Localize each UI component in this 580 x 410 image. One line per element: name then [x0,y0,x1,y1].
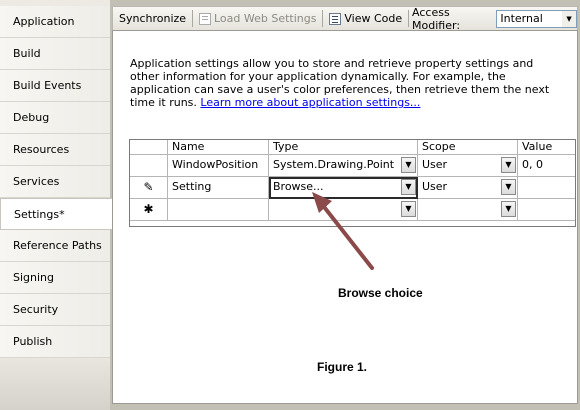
settings-page: Synchronize Load Web Settings View Code … [110,0,580,410]
setting-name-cell[interactable]: WindowPosition [168,155,269,177]
setting-value-cell[interactable]: 0, 0 [518,155,575,177]
load-web-settings-label: Load Web Settings [213,11,317,25]
tab-resources[interactable]: Resources [0,134,110,166]
figure-caption: Figure 1. [317,360,368,374]
setting-scope-cell[interactable]: User ▼ [418,155,518,177]
column-header-name[interactable]: Name [168,140,269,155]
row-selector[interactable] [130,155,168,177]
setting-type-cell[interactable]: System.Drawing.Point ▼ [269,155,418,177]
setting-type-cell[interactable]: Browse... ▼ [269,177,418,199]
grid-header-row: Name Type Scope Value [130,140,575,155]
view-code-icon [329,12,342,25]
toolbar-separator [408,10,410,27]
chevron-down-icon[interactable]: ▼ [501,179,516,195]
setting-type-value: System.Drawing.Point [273,158,395,171]
settings-content-panel: Application settings allow you to store … [112,30,578,404]
tab-debug[interactable]: Debug [0,102,110,134]
pencil-icon: ✎ [143,180,154,194]
row-selector[interactable]: ✱ [130,199,168,221]
tab-build-events[interactable]: Build Events [0,70,110,102]
setting-scope-cell[interactable]: User ▼ [418,177,518,199]
learn-more-link[interactable]: Learn more about application settings... [200,96,420,109]
chevron-down-icon[interactable]: ▼ [501,201,516,217]
view-code-label: View Code [344,11,403,25]
settings-description: Application settings allow you to store … [130,57,560,109]
column-header-value[interactable]: Value [518,140,575,155]
setting-type-value: Browse... [273,180,324,193]
row-header-corner [130,140,168,155]
toolbar-separator [322,10,324,27]
table-row: ✱ ▼ ▼ [130,199,575,221]
toolbar-separator [192,10,193,27]
setting-scope-cell[interactable]: ▼ [418,199,518,221]
chevron-down-icon[interactable]: ▼ [401,179,416,195]
chevron-down-icon[interactable]: ▼ [401,201,416,217]
tab-settings[interactable]: Settings* [0,198,112,230]
access-modifier-select[interactable]: Internal ▼ [496,9,578,28]
access-modifier-label: Access Modifier: [412,5,461,32]
load-web-settings-button[interactable]: Load Web Settings [196,10,319,28]
view-code-button[interactable]: View Code [326,10,405,28]
table-row: WindowPosition System.Drawing.Point ▼ Us… [130,155,575,177]
tab-application[interactable]: Application [0,6,110,38]
tab-security[interactable]: Security [0,294,110,326]
setting-value-cell[interactable] [518,199,575,221]
table-row: ✎ Setting Browse... ▼ User ▼ [130,177,575,199]
settings-grid: Name Type Scope Value WindowPosition Sys… [129,139,576,227]
synchronize-label: Synchronize [119,11,187,25]
chevron-down-icon[interactable]: ▼ [401,157,416,173]
chevron-down-icon[interactable]: ▼ [501,157,516,173]
settings-tab-strip: Application Build Build Events Debug Res… [0,0,112,410]
setting-name-cell[interactable] [168,199,269,221]
tab-services[interactable]: Services [0,166,110,198]
settings-toolbar: Synchronize Load Web Settings View Code … [112,5,578,32]
tab-signing[interactable]: Signing [0,262,110,294]
tab-publish[interactable]: Publish [0,326,110,358]
access-modifier-value: Internal [500,11,543,25]
tab-strip-background [0,358,110,410]
asterisk-icon: ✱ [143,202,154,216]
setting-name-cell[interactable]: Setting [168,177,269,199]
column-header-type[interactable]: Type [269,140,418,155]
setting-type-cell[interactable]: ▼ [269,199,418,221]
chevron-down-icon[interactable]: ▼ [562,10,577,27]
column-header-scope[interactable]: Scope [418,140,518,155]
setting-scope-value: User [422,180,448,193]
setting-scope-value: User [422,158,448,171]
browse-choice-callout: Browse choice [338,286,423,300]
load-web-settings-icon [198,12,211,25]
setting-value-cell[interactable] [518,177,575,199]
row-selector[interactable]: ✎ [130,177,168,199]
tab-build[interactable]: Build [0,38,110,70]
synchronize-button[interactable]: Synchronize [116,10,189,28]
tab-reference-paths[interactable]: Reference Paths [0,230,110,262]
